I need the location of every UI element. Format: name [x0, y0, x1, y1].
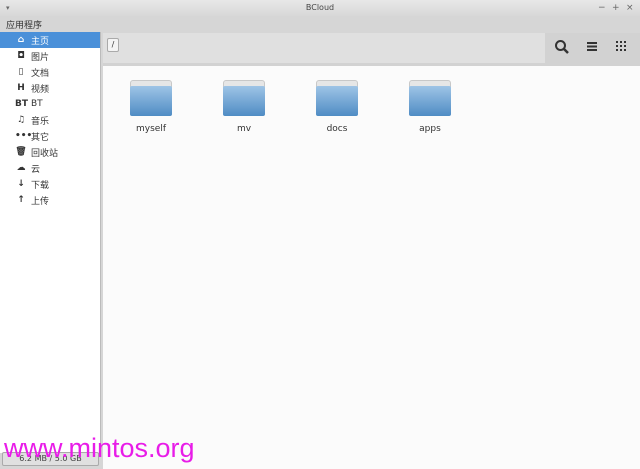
- sidebar-item-label: 视频: [31, 84, 50, 95]
- sidebar-item-label: 云: [31, 164, 41, 175]
- app-menu[interactable]: 应用程序: [6, 18, 42, 31]
- folder-label: mv: [236, 124, 252, 134]
- folder-item[interactable]: mv: [214, 80, 274, 134]
- title-bar: ▾ BCloud − + ×: [0, 0, 640, 16]
- sidebar-item-label: 图片: [31, 52, 50, 63]
- sidebar-item-4[interactable]: BT BT: [0, 96, 100, 112]
- video-icon: H: [17, 83, 25, 93]
- sidebar-item-0[interactable]: ⌂ 主页: [0, 32, 100, 48]
- bt-icon: BT: [15, 99, 28, 109]
- watermark: www.mintos.org: [4, 433, 195, 463]
- sidebar-item-label: 音乐: [31, 116, 50, 127]
- sidebar-item-label: 上传: [31, 196, 50, 207]
- download-icon: ↓: [17, 179, 25, 189]
- sidebar-item-label: BT: [31, 99, 43, 109]
- document-icon: ▯: [18, 67, 24, 77]
- more-icon: •••: [15, 131, 33, 141]
- sidebar-item-label: 回收站: [31, 148, 59, 159]
- folder-label: apps: [419, 124, 441, 134]
- sidebar-item-2[interactable]: ▯ 文档: [0, 64, 100, 80]
- close-button[interactable]: ×: [626, 0, 634, 16]
- trash-icon: 🗑: [15, 147, 27, 157]
- grid-view-icon[interactable]: [611, 39, 631, 57]
- sidebar-item-6[interactable]: ••• 其它: [0, 128, 100, 144]
- sidebar-item-3[interactable]: H 视频: [0, 80, 100, 96]
- window-title: BCloud: [305, 3, 335, 12]
- toolbar: /: [103, 33, 640, 66]
- music-icon: ♫: [16, 115, 26, 125]
- maximize-button[interactable]: +: [612, 0, 620, 16]
- sidebar-item-label: 其它: [31, 132, 50, 143]
- file-grid: myself mv docs apps: [103, 66, 640, 469]
- folder-icon: [130, 80, 172, 116]
- folder-label: myself: [136, 124, 166, 134]
- camera-icon: ◘: [17, 51, 25, 61]
- sidebar-item-1[interactable]: ◘ 图片: [0, 48, 100, 64]
- minimize-button[interactable]: −: [598, 0, 606, 16]
- home-icon: ⌂: [17, 35, 25, 45]
- window-menu-icon[interactable]: ▾: [6, 0, 10, 16]
- folder-icon: [409, 80, 451, 116]
- folder-icon: [223, 80, 265, 116]
- sidebar-item-label: 下载: [31, 180, 50, 191]
- search-icon[interactable]: [552, 39, 572, 57]
- folder-item[interactable]: docs: [307, 80, 367, 134]
- list-view-icon[interactable]: [582, 39, 602, 57]
- folder-icon: [316, 80, 358, 116]
- cloud-icon: ☁: [16, 163, 26, 173]
- folder-item[interactable]: myself: [121, 80, 181, 134]
- sidebar-item-5[interactable]: ♫ 音乐: [0, 112, 100, 128]
- sidebar-item-10[interactable]: ↑ 上传: [0, 192, 100, 208]
- folder-label: docs: [326, 124, 348, 134]
- upload-icon: ↑: [17, 195, 25, 205]
- sidebar: ⌂ 主页 ◘ 图片 ▯ 文档 H 视频 BT BT ♫ 音乐 ••• 其它 🗑 回收站 ☁ 云 ↓ 下载 ↑ 上传: [0, 32, 101, 453]
- sidebar-item-label: 主页: [31, 36, 50, 47]
- path-root-button[interactable]: /: [107, 38, 119, 52]
- sidebar-item-7[interactable]: 🗑 回收站: [0, 144, 100, 160]
- path-bar: /: [103, 33, 545, 63]
- sidebar-item-label: 文档: [31, 68, 50, 79]
- folder-item[interactable]: apps: [400, 80, 460, 134]
- sidebar-item-9[interactable]: ↓ 下载: [0, 176, 100, 192]
- sidebar-item-8[interactable]: ☁ 云: [0, 160, 100, 176]
